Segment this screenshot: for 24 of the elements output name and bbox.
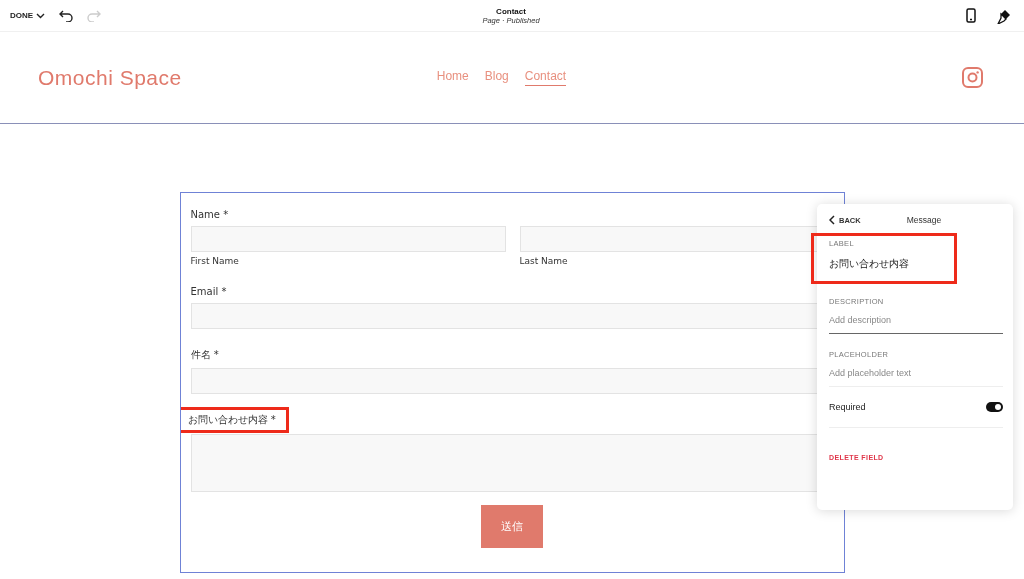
site-logo[interactable]: Omochi Space [38,65,182,90]
field-label: Email * [190,285,227,299]
instagram-icon[interactable] [962,67,983,88]
input-field[interactable] [190,226,506,252]
nav-link[interactable]: Contact [524,69,567,86]
required-toggle[interactable] [986,402,1003,412]
field-label: Name * [190,208,229,222]
submit-button[interactable]: 送信 [481,505,543,548]
field-sublabel: First Name [190,256,240,266]
required-label: Required [829,402,866,412]
redo-icon[interactable] [87,9,102,22]
nav-link[interactable]: Blog [484,69,509,86]
undo-icon[interactable] [59,9,74,22]
panel-title: Message [906,215,942,225]
done-button[interactable]: DONE [10,11,46,20]
field-label: お問い合わせ内容 * [180,410,286,430]
field-label: 件名 * [190,348,219,362]
mobile-icon[interactable] [966,8,976,23]
page-title: Contact [496,6,526,16]
nav-link[interactable]: Home [436,69,469,86]
brush-icon[interactable] [996,7,1012,24]
chevron-down-icon [36,12,46,19]
field-sublabel: Last Name [519,256,569,266]
chevron-left-icon [829,215,835,225]
